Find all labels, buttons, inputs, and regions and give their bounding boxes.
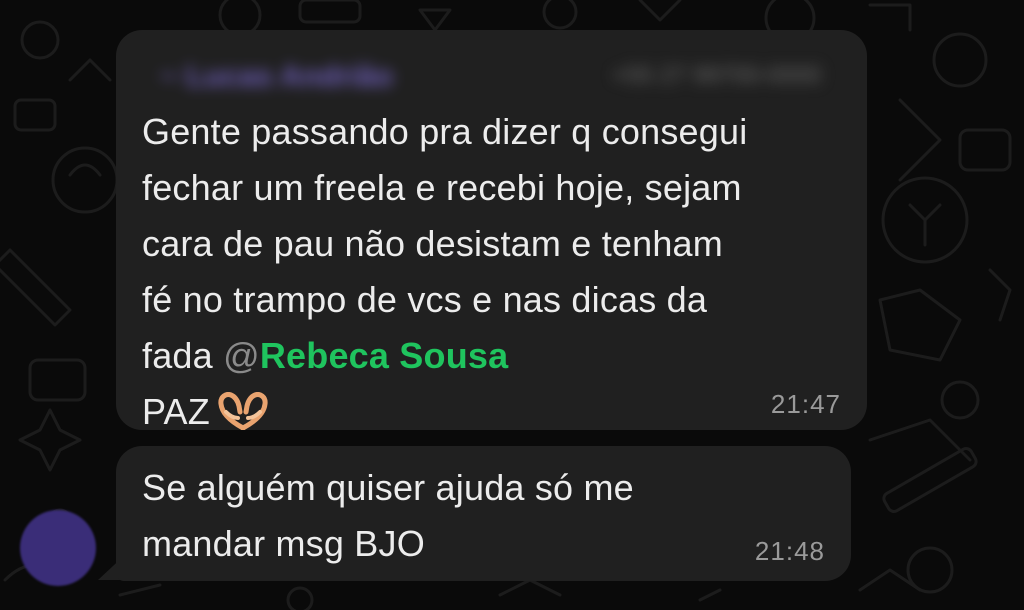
message-line: cara de pau não desistam e tenham (142, 223, 723, 264)
mention-link[interactable]: Rebeca Sousa (260, 335, 509, 376)
chat-view: ~ Lucas Andrião +55 27 99700-0000 Gente … (0, 0, 1024, 610)
message-last-word: PAZ (142, 391, 210, 432)
message-line: fada @Rebeca Sousa (142, 328, 841, 384)
sender-name[interactable]: ~ Lucas Andrião (160, 60, 393, 94)
mention-prefix: fada (142, 335, 224, 376)
message-bubble[interactable]: Se alguém quiser ajuda só me mandar msg … (116, 446, 851, 581)
sender-header: ~ Lucas Andrião +55 27 99700-0000 (142, 54, 841, 94)
message-timestamp: 21:48 (754, 536, 825, 566)
message-text: Gente passando pra dizer q consegui fech… (142, 104, 841, 446)
message-line: mandar msg BJO (142, 523, 425, 564)
message-line: fé no trampo de vcs e nas dicas da (142, 279, 708, 320)
message-timestamp: 21:47 (770, 389, 841, 419)
mention-at-sign: @ (223, 335, 260, 376)
sender-avatar[interactable] (20, 510, 96, 586)
message-line: Gente passando pra dizer q consegui (142, 111, 748, 152)
heart-hands-icon (218, 390, 268, 446)
message-bubble[interactable]: ~ Lucas Andrião +55 27 99700-0000 Gente … (116, 30, 867, 432)
sender-phone: +55 27 99700-0000 (612, 62, 821, 89)
message-line: PAZ (142, 384, 841, 446)
message-line: Se alguém quiser ajuda só me (142, 467, 634, 508)
message-text: Se alguém quiser ajuda só me mandar msg … (142, 460, 825, 572)
message-line: fechar um freela e recebi hoje, sejam (142, 167, 742, 208)
